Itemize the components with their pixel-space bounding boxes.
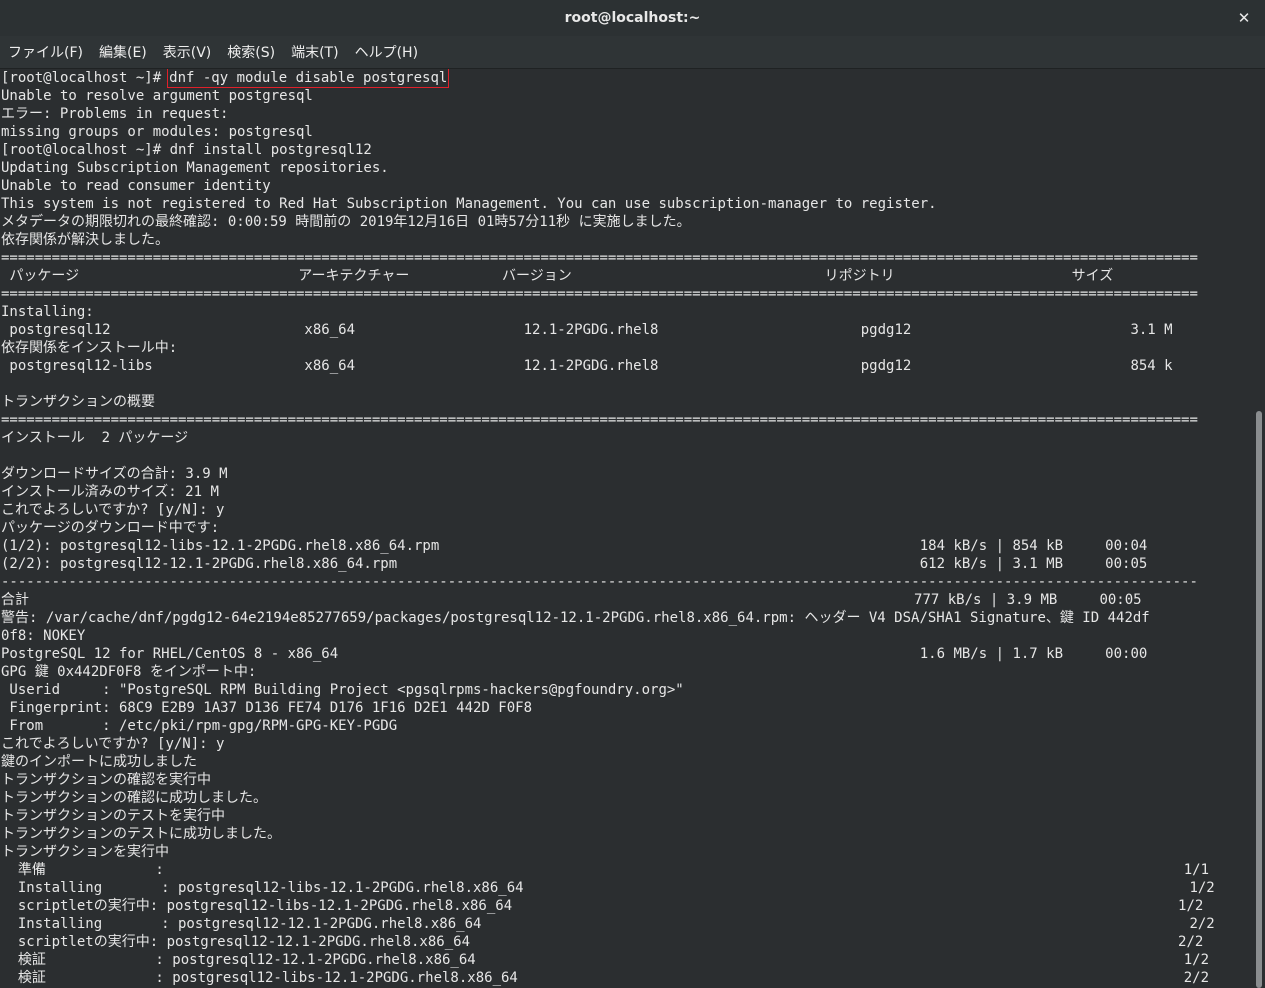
menu-file[interactable]: ファイル(F) <box>8 40 83 64</box>
terminal-line: 依存関係が解決しました。 <box>1 232 169 248</box>
terminal-line: PostgreSQL 12 for RHEL/CentOS 8 - x86_64… <box>1 646 1148 662</box>
terminal-line-command: [root@localhost ~]# dnf -qy module disabl… <box>0 69 1253 88</box>
terminal-line: 警告: /var/cache/dnf/pgdg12-64e2194e852776… <box>1 610 1150 626</box>
terminal-line: トランザクションのテストを実行中 <box>1 808 225 824</box>
terminal-line: Fingerprint: 68C9 E2B9 1A37 D136 FE74 D1… <box>1 700 533 716</box>
terminal-line: ========================================… <box>1 250 1198 266</box>
terminal-line: scriptletの実行中: postgresql12-libs-12.1-2P… <box>1 898 1204 914</box>
terminal-line: Userid : "PostgreSQL RPM Building Projec… <box>1 682 684 698</box>
terminal-line: Installing: <box>1 304 94 320</box>
terminal-line: トランザクションの概要 <box>1 394 155 410</box>
terminal-line: パッケージのダウンロード中です: <box>1 520 220 536</box>
terminal-line: Installing : postgresql12-libs-12.1-2PGD… <box>1 880 1215 896</box>
terminal-line: [root@localhost ~]# dnf install postgres… <box>1 142 372 158</box>
terminal-line: GPG 鍵 0x442DF0F8 をインポート中: <box>1 664 257 680</box>
shell-prompt: [root@localhost ~]# <box>1 70 162 86</box>
window-title: root@localhost:~ <box>564 10 701 26</box>
terminal-line: ----------------------------------------… <box>1 574 1198 590</box>
terminal-line: インストール 2 パッケージ <box>1 430 189 446</box>
terminal-line: 検証 : postgresql12-12.1-2PGDG.rhel8.x86_6… <box>1 952 1210 968</box>
scrollbar-thumb[interactable] <box>1256 411 1262 988</box>
terminal-output[interactable]: [root@localhost ~]# dnf -qy module disabl… <box>0 69 1253 988</box>
menu-bar: ファイル(F) 編集(E) 表示(V) 検索(S) 端末(T) ヘルプ(H) <box>0 36 1265 69</box>
terminal-line: エラー: Problems in request: <box>1 106 229 122</box>
menu-search[interactable]: 検索(S) <box>227 40 275 64</box>
menu-help[interactable]: ヘルプ(H) <box>355 40 418 64</box>
close-icon[interactable]: ✕ <box>1235 9 1253 27</box>
menu-view[interactable]: 表示(V) <box>163 40 212 64</box>
terminal-line: インストール済みのサイズ: 21 M <box>1 484 219 500</box>
terminal-line: scriptletの実行中: postgresql12-12.1-2PGDG.r… <box>1 934 1204 950</box>
terminal-line: トランザクションのテストに成功しました。 <box>1 826 281 842</box>
terminal-line: This system is not registered to Red Hat… <box>1 196 937 212</box>
terminal-line: ダウンロードサイズの合計: 3.9 M <box>1 466 228 482</box>
terminal-line: Installing : postgresql12-12.1-2PGDG.rhe… <box>1 916 1215 932</box>
window-titlebar: root@localhost:~ ✕ <box>0 0 1265 37</box>
terminal-line: From : /etc/pki/rpm-gpg/RPM-GPG-KEY-PGDG <box>1 718 398 734</box>
terminal-line: ========================================… <box>1 412 1198 428</box>
menu-terminal[interactable]: 端末(T) <box>291 40 338 64</box>
terminal-line: ========================================… <box>1 286 1198 302</box>
terminal-line: これでよろしいですか? [y/N]: y <box>1 736 225 752</box>
terminal-line: 鍵のインポートに成功しました <box>1 754 197 770</box>
terminal-line: トランザクションの確認に成功しました。 <box>1 790 267 806</box>
terminal-line: Updating Subscription Management reposit… <box>1 160 389 176</box>
terminal-line: (2/2): postgresql12-12.1-2PGDG.rhel8.x86… <box>1 556 1148 572</box>
terminal-line: Unable to resolve argument postgresql <box>1 88 313 104</box>
highlighted-command: dnf -qy module disable postgresql <box>167 69 450 88</box>
terminal-line: 検証 : postgresql12-libs-12.1-2PGDG.rhel8.… <box>1 970 1210 986</box>
menu-edit[interactable]: 編集(E) <box>99 40 147 64</box>
terminal-line: 0f8: NOKEY <box>1 628 86 644</box>
terminal-line: missing groups or modules: postgresql <box>1 124 313 140</box>
terminal-line: 準備 : 1/1 <box>1 862 1210 878</box>
terminal-line: パッケージ アーキテクチャー バージョン リポジトリ サイズ <box>1 268 1114 284</box>
terminal-line: 依存関係をインストール中: <box>1 340 178 356</box>
terminal-scrollbar[interactable] <box>1253 69 1265 988</box>
terminal-line: (1/2): postgresql12-libs-12.1-2PGDG.rhel… <box>1 538 1148 554</box>
terminal-line: Unable to read consumer identity <box>1 178 271 194</box>
terminal-line: 合計 777 kB/s | 3.9 MB 00:05 <box>1 592 1142 608</box>
terminal-line: トランザクションの確認を実行中 <box>1 772 211 788</box>
terminal-line: postgresql12-libs x86_64 12.1-2PGDG.rhel… <box>1 358 1173 374</box>
terminal-line: トランザクションを実行中 <box>1 844 169 860</box>
terminal-line: postgresql12 x86_64 12.1-2PGDG.rhel8 pgd… <box>1 322 1173 338</box>
terminal-line: メタデータの期限切れの最終確認: 0:00:59 時間前の 2019年12月16… <box>1 214 691 230</box>
terminal-line: これでよろしいですか? [y/N]: y <box>1 502 225 518</box>
